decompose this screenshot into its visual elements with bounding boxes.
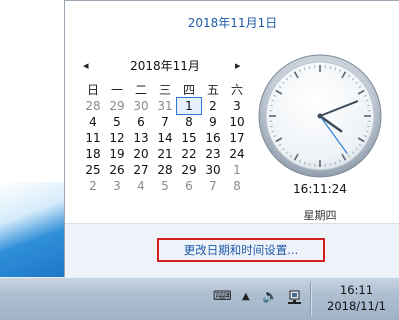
calendar-day[interactable]: 29 bbox=[177, 162, 201, 178]
taskbar-clock[interactable]: 16:11 2018/11/1 bbox=[314, 282, 399, 314]
calendar-day[interactable]: 22 bbox=[177, 146, 201, 162]
calendar-day[interactable]: 24 bbox=[225, 146, 249, 162]
clock-weekday: 星期四 bbox=[265, 207, 375, 223]
keyboard-icon[interactable]: ⌨ bbox=[213, 289, 232, 304]
weekday-label: 六 bbox=[225, 81, 249, 98]
long-date-link[interactable]: 2018年11月1日 bbox=[65, 14, 399, 31]
taskbar-time: 16:11 bbox=[314, 282, 399, 298]
calendar-day[interactable]: 2 bbox=[81, 178, 105, 194]
calendar-grid: 日 一 二 三 四 五 六 28 29 30 31 1 2 3 4 5 bbox=[81, 81, 249, 194]
network-icon[interactable] bbox=[287, 290, 303, 306]
calendar-day[interactable]: 14 bbox=[153, 130, 177, 146]
calendar-day[interactable]: 6 bbox=[177, 178, 201, 194]
weekday-header-row: 日 一 二 三 四 五 六 bbox=[81, 81, 249, 98]
calendar-day[interactable]: 5 bbox=[153, 178, 177, 194]
calendar-day[interactable]: 26 bbox=[105, 162, 129, 178]
calendar-day[interactable]: 6 bbox=[129, 114, 153, 130]
calendar-day[interactable]: 23 bbox=[201, 146, 225, 162]
calendar-day[interactable]: 10 bbox=[225, 114, 249, 130]
calendar-day[interactable]: 16 bbox=[201, 130, 225, 146]
weekday-label: 三 bbox=[153, 81, 177, 98]
calendar-day[interactable]: 3 bbox=[105, 178, 129, 194]
weekday-label: 日 bbox=[81, 81, 105, 98]
calendar-day[interactable]: 31 bbox=[153, 98, 177, 114]
desktop-background bbox=[0, 0, 64, 277]
clock-center-pin bbox=[318, 114, 323, 119]
calendar-day[interactable]: 30 bbox=[129, 98, 153, 114]
date-time-popup: 2018年11月1日 ◂ 2018年11月 ▸ 日 一 二 三 四 五 六 28… bbox=[64, 0, 399, 277]
analog-clock bbox=[257, 53, 383, 179]
calendar-day[interactable]: 13 bbox=[129, 130, 153, 146]
calendar-day[interactable]: 7 bbox=[201, 178, 225, 194]
weekday-label: 五 bbox=[201, 81, 225, 98]
calendar-day[interactable]: 28 bbox=[81, 98, 105, 114]
calendar-day[interactable]: 5 bbox=[105, 114, 129, 130]
previous-month-icon[interactable]: ◂ bbox=[83, 59, 89, 72]
calendar-day[interactable]: 15 bbox=[177, 130, 201, 146]
weekday-label: 二 bbox=[129, 81, 153, 98]
taskbar-separator bbox=[310, 282, 311, 316]
calendar-day[interactable]: 11 bbox=[81, 130, 105, 146]
weekday-label: 一 bbox=[105, 81, 129, 98]
calendar-day[interactable]: 28 bbox=[153, 162, 177, 178]
calendar-day[interactable]: 17 bbox=[225, 130, 249, 146]
calendar-day[interactable]: 30 bbox=[201, 162, 225, 178]
next-month-icon[interactable]: ▸ bbox=[235, 59, 241, 72]
change-date-time-settings-link[interactable]: 更改日期和时间设置... bbox=[157, 238, 325, 262]
calendar-week-row: 4 5 6 7 8 9 10 bbox=[81, 114, 249, 130]
calendar-week-row: 25 26 27 28 29 30 1 bbox=[81, 162, 249, 178]
calendar-week-row: 2 3 4 5 6 7 8 bbox=[81, 178, 249, 194]
calendar-week-row: 28 29 30 31 1 2 3 bbox=[81, 98, 249, 114]
calendar-day[interactable]: 29 bbox=[105, 98, 129, 114]
calendar-day[interactable]: 19 bbox=[105, 146, 129, 162]
month-title[interactable]: 2018年11月 bbox=[105, 57, 225, 74]
calendar-day[interactable]: 7 bbox=[153, 114, 177, 130]
calendar-day[interactable]: 9 bbox=[201, 114, 225, 130]
taskbar: ⌨ ▲ 🔈 16:11 2018/11/1 bbox=[0, 277, 399, 320]
calendar-day[interactable]: 8 bbox=[225, 178, 249, 194]
calendar-day[interactable]: 25 bbox=[81, 162, 105, 178]
desktop-wallpaper bbox=[0, 182, 64, 277]
weekday-label: 四 bbox=[177, 81, 201, 98]
calendar-day-today[interactable]: 1 bbox=[177, 98, 201, 114]
volume-icon[interactable]: 🔈 bbox=[262, 289, 278, 304]
calendar-day[interactable]: 2 bbox=[201, 98, 225, 114]
calendar-day[interactable]: 18 bbox=[81, 146, 105, 162]
calendar-day[interactable]: 27 bbox=[129, 162, 153, 178]
calendar-day[interactable]: 3 bbox=[225, 98, 249, 114]
show-hidden-icons-icon[interactable]: ▲ bbox=[242, 291, 250, 302]
calendar-day[interactable]: 12 bbox=[105, 130, 129, 146]
calendar-day[interactable]: 4 bbox=[129, 178, 153, 194]
calendar-day[interactable]: 8 bbox=[177, 114, 201, 130]
calendar-week-row: 18 19 20 21 22 23 24 bbox=[81, 146, 249, 162]
calendar-day[interactable]: 4 bbox=[81, 114, 105, 130]
clock-digital-time: 16:11:24 bbox=[265, 182, 375, 196]
calendar-day[interactable]: 21 bbox=[153, 146, 177, 162]
calendar-day[interactable]: 20 bbox=[129, 146, 153, 162]
calendar-day[interactable]: 1 bbox=[225, 162, 249, 178]
taskbar-date: 2018/11/1 bbox=[314, 298, 399, 314]
calendar-week-row: 11 12 13 14 15 16 17 bbox=[81, 130, 249, 146]
